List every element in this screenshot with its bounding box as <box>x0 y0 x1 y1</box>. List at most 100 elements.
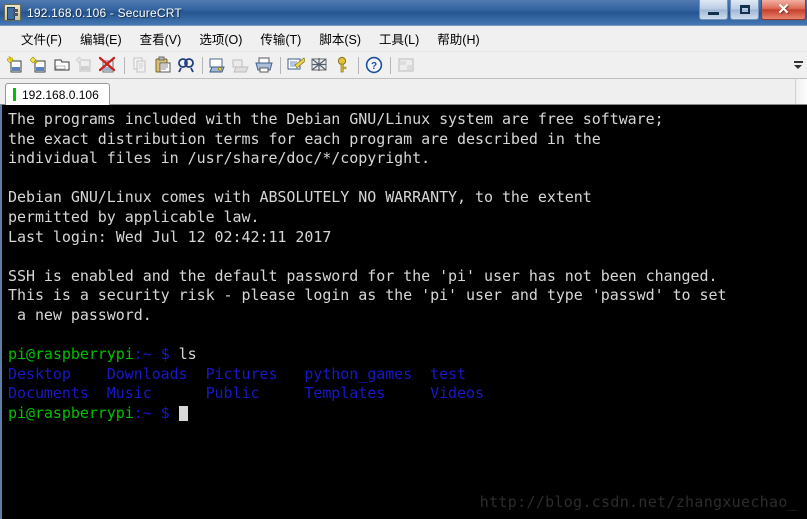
terminal-line: This is a security risk - please login a… <box>8 286 807 306</box>
find-button[interactable] <box>175 54 197 76</box>
minimize-button[interactable] <box>699 0 728 20</box>
paste-button[interactable] <box>152 54 174 76</box>
arrange-windows-icon <box>398 58 414 72</box>
tab-bar-filler <box>795 79 807 104</box>
menu-view[interactable]: 查看(V) <box>131 26 191 51</box>
terminal-line: Desktop Downloads Pictures python_games … <box>8 365 807 385</box>
session-options-button[interactable] <box>285 54 307 76</box>
terminal-line: Documents Music Public Templates Videos <box>8 384 807 404</box>
terminal-text: ls <box>169 345 197 364</box>
clone-session-button[interactable] <box>51 54 73 76</box>
menu-bar: 文件(F) 编辑(E) 查看(V) 选项(O) 传输(T) 脚本(S) 工具(L… <box>0 26 807 52</box>
tab-label: 192.168.0.106 <box>22 87 99 102</box>
terminal-text: This is a security risk - please login a… <box>8 286 727 305</box>
terminal-text: ~ <box>142 403 152 422</box>
terminal-output: The programs included with the Debian GN… <box>2 105 807 424</box>
copy-icon <box>133 57 146 73</box>
terminal-line: pi@raspberrypi:~ $ ls <box>8 345 807 365</box>
terminal-line: permitted by applicable law. <box>8 208 807 228</box>
tab-connected-indicator <box>13 88 16 101</box>
menu-transfer[interactable]: 传输(T) <box>251 26 310 51</box>
close-button[interactable]: ✕ <box>761 0 806 20</box>
paste-icon <box>155 56 171 73</box>
disconnect-button[interactable] <box>97 54 119 76</box>
terminal-text: The programs included with the Debian GN… <box>8 110 664 128</box>
minimize-icon <box>708 11 719 15</box>
close-icon: ✕ <box>777 1 790 18</box>
terminal-text: pi@raspberrypi <box>8 403 134 422</box>
clear-screen-button[interactable] <box>308 54 330 76</box>
terminal-text: a new password. <box>8 305 152 324</box>
new-tab-button[interactable] <box>28 54 50 76</box>
terminal-line: individual files in /usr/share/doc/*/cop… <box>8 149 807 169</box>
toolbar-separator-2 <box>202 56 203 74</box>
clone-session-icon <box>54 59 70 71</box>
window-title: 192.168.0.106 - SecureCRT <box>27 5 182 20</box>
menu-edit[interactable]: 编辑(E) <box>71 26 131 51</box>
terminal-text: $ <box>160 403 170 422</box>
arrange-windows-button[interactable] <box>395 54 417 76</box>
terminal-line: The programs included with the Debian GN… <box>8 110 807 130</box>
securecrt-window: 192.168.0.106 - SecureCRT ✕ 文件(F) 编辑(E) … <box>0 0 807 519</box>
terminal-text: permitted by applicable law. <box>8 207 260 226</box>
menu-file[interactable]: 文件(F) <box>12 26 71 51</box>
overflow-bar-icon <box>793 61 803 63</box>
key-button[interactable] <box>331 54 353 76</box>
disconnect-icon <box>99 56 116 73</box>
menu-script[interactable]: 脚本(S) <box>310 26 370 51</box>
window-controls: ✕ <box>697 0 806 22</box>
terminal-text: : <box>133 345 143 364</box>
toolbar-separator-4 <box>358 56 359 74</box>
terminal-line: pi@raspberrypi:~ $ <box>8 404 807 424</box>
terminal-cursor <box>178 405 188 421</box>
terminal-line: a new password. <box>8 306 807 326</box>
help-button[interactable]: ? <box>363 54 385 76</box>
key-icon <box>337 56 347 73</box>
tab-192-168-0-106[interactable]: 192.168.0.106 <box>5 83 110 105</box>
copy-button[interactable] <box>129 54 151 76</box>
terminal-line: Debian GNU/Linux comes with ABSOLUTELY N… <box>8 188 807 208</box>
print-button[interactable] <box>207 54 229 76</box>
connect-sftp-icon <box>76 56 91 72</box>
printer-button[interactable] <box>253 54 275 76</box>
maximize-icon <box>739 5 750 14</box>
securecrt-app-icon <box>4 4 21 21</box>
terminal-text: ~ <box>142 345 152 364</box>
menu-help[interactable]: 帮助(H) <box>428 26 488 51</box>
toolbar-separator-3 <box>280 56 281 74</box>
connect-sftp-button[interactable] <box>74 54 96 76</box>
terminal-line: SSH is enabled and the default password … <box>8 267 807 287</box>
clear-screen-icon <box>311 58 327 71</box>
terminal-text: individual files in /usr/share/doc/*/cop… <box>8 149 431 168</box>
toolbar-separator-5 <box>390 56 391 74</box>
log-session-button[interactable] <box>230 54 252 76</box>
menu-options[interactable]: 选项(O) <box>190 26 251 51</box>
terminal-text: the exact distribution terms for each pr… <box>8 129 601 148</box>
watermark-text: http://blog.csdn.net/zhangxuechao_ <box>479 493 797 511</box>
tab-bar: 192.168.0.106 <box>0 79 807 105</box>
terminal-text: : <box>133 403 143 422</box>
svg-text:?: ? <box>371 61 377 72</box>
toolbar: ? <box>0 52 807 79</box>
terminal-line: Last login: Wed Jul 12 02:42:11 2017 <box>8 228 807 248</box>
menu-tools[interactable]: 工具(L) <box>370 26 428 51</box>
terminal-text: SSH is enabled and the default password … <box>8 266 718 285</box>
help-icon: ? <box>365 56 383 74</box>
toolbar-overflow-button[interactable] <box>792 54 804 76</box>
terminal-pane[interactable]: The programs included with the Debian GN… <box>0 105 807 519</box>
terminal-text: Desktop Downloads Pictures python_games … <box>8 364 467 383</box>
new-session-icon <box>7 56 22 73</box>
find-icon <box>178 58 194 73</box>
log-session-icon <box>232 59 249 73</box>
maximize-button[interactable] <box>730 0 759 20</box>
title-bar: 192.168.0.106 - SecureCRT ✕ <box>0 0 807 26</box>
terminal-text: Last login: Wed Jul 12 02:42:11 2017 <box>8 227 332 246</box>
new-session-button[interactable] <box>5 54 27 76</box>
overflow-arrow-icon <box>794 65 802 69</box>
